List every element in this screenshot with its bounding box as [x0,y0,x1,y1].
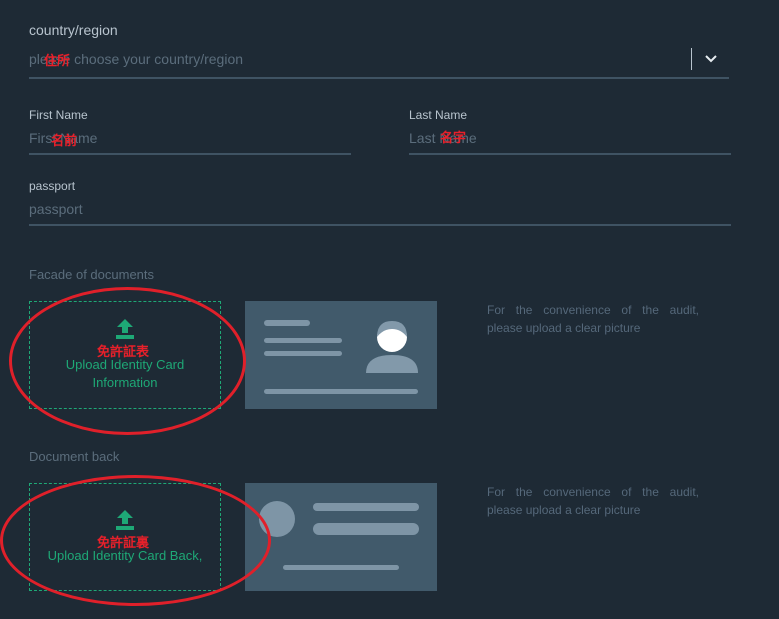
last-name-underline [409,153,731,155]
back-highlight-ellipse [0,475,271,606]
country-label: country/region [29,22,118,38]
back-hint: For the convenience of the audit, please… [487,485,699,517]
country-underline [29,77,729,79]
country-select[interactable]: please choose your country/region [29,44,729,78]
chevron-down-icon[interactable] [705,54,717,64]
passport-label: passport [29,179,76,193]
id-card-front-illustration [245,301,437,409]
country-annotation: 住所 [44,53,71,68]
front-highlight-ellipse [9,287,246,435]
first-name-input[interactable]: First Name [29,130,351,152]
first-name-annotation: 名前 [51,133,78,148]
id-card-back-illustration [245,483,437,591]
back-section-title: Document back [29,449,120,464]
last-name-annotation: 名字 [440,130,467,145]
passport-underline [29,224,731,226]
front-section-title: Facade of documents [29,267,155,282]
select-divider [691,48,692,70]
avatar-icon [366,321,418,373]
first-name-underline [29,153,351,155]
passport-input[interactable]: passport [29,201,731,223]
last-name-label: Last Name [409,108,468,122]
front-hint: For the convenience of the audit, please… [487,303,699,335]
first-name-label: First Name [29,108,88,122]
